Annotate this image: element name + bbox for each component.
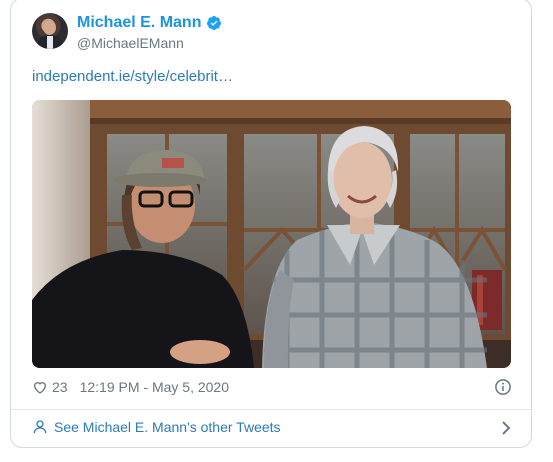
tweet-footer[interactable]: See Michael E. Mann's other Tweets [11, 410, 531, 447]
tweet-meta: 23 12:19 PM - May 5, 2020 [32, 377, 512, 397]
tweet-photo[interactable] [32, 100, 511, 368]
photo-image [32, 100, 511, 368]
author-display-name[interactable]: Michael E. Mann [77, 14, 201, 32]
tweet-card: Michael E. Mann @MichaelEMann independen… [10, 0, 532, 448]
tweet-timestamp[interactable]: 12:19 PM - May 5, 2020 [80, 379, 229, 395]
avatar[interactable] [32, 13, 68, 49]
author-handle[interactable]: @MichaelEMann [77, 35, 184, 51]
person-icon [33, 420, 47, 434]
tweet-link[interactable]: independent.ie/style/celebrit… [32, 68, 233, 85]
heart-icon[interactable] [32, 379, 48, 395]
see-other-tweets-label: See Michael E. Mann's other Tweets [54, 419, 281, 435]
like-count[interactable]: 23 [52, 379, 68, 395]
author-name-row: Michael E. Mann [77, 13, 222, 33]
tweet-header: Michael E. Mann @MichaelEMann [32, 13, 512, 53]
verified-badge-icon [207, 16, 222, 30]
see-other-tweets-link[interactable]: See Michael E. Mann's other Tweets [32, 419, 281, 435]
info-icon[interactable] [494, 378, 512, 396]
chevron-right-icon[interactable] [499, 420, 513, 436]
